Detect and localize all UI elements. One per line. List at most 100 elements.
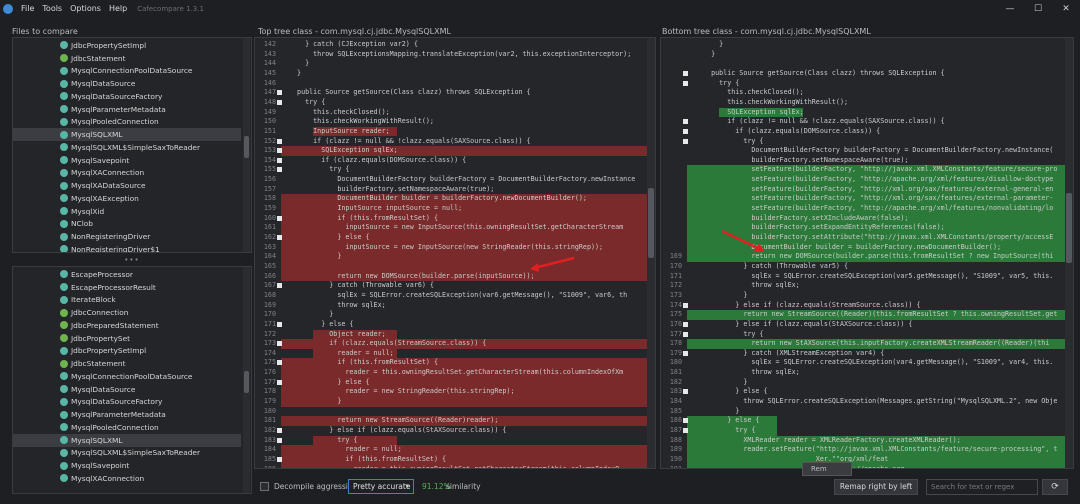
fold-marker-icon[interactable]: [277, 157, 282, 163]
fold-marker-icon[interactable]: [277, 360, 282, 366]
tree-item[interactable]: MysqlDataSourceFactory: [13, 90, 241, 103]
fold-marker-icon[interactable]: [277, 138, 282, 144]
tree-item[interactable]: IterateBlock: [13, 294, 241, 307]
tree-item[interactable]: EscapeProcessor: [13, 268, 241, 281]
remap-right-by-left-button[interactable]: Remap right by left: [834, 479, 918, 495]
fold-marker-icon[interactable]: [683, 138, 688, 144]
code-text: throw sqlEx;: [695, 368, 800, 377]
tree-item[interactable]: MysqlSavepoint: [13, 154, 241, 167]
menu-options[interactable]: Options: [66, 0, 105, 17]
tree-item[interactable]: MysqlPooledConnection: [13, 116, 241, 129]
tree-splitter[interactable]: •••: [12, 255, 252, 264]
bottom-tree-scroll-thumb[interactable]: [244, 371, 249, 393]
tree-item[interactable]: NClob: [13, 218, 241, 231]
top-tree-scrollbar[interactable]: [243, 38, 250, 252]
fold-marker-icon[interactable]: [277, 379, 282, 385]
tree-item[interactable]: JdbcStatement: [13, 52, 241, 65]
fold-marker-icon[interactable]: [277, 437, 282, 443]
class-file-icon: [60, 232, 68, 241]
search-input[interactable]: Search for text or regex: [926, 479, 1038, 495]
tree-item[interactable]: MysqlPooledConnection: [13, 421, 241, 434]
fold-marker-icon[interactable]: [683, 331, 688, 337]
tree-item[interactable]: MysqlDataSourceFactory: [13, 396, 241, 409]
decompiler-mode-select[interactable]: Pretty accurate ▾: [348, 479, 414, 494]
code-text: throw SQLError.createSQLException(Messag…: [695, 397, 1058, 406]
code-line: 144 }: [255, 59, 655, 69]
tree-item[interactable]: JdbcStatement: [13, 357, 241, 370]
line-number: 154: [263, 155, 276, 164]
top-file-tree[interactable]: JdbcPropertySetImpl JdbcStatement MysqlCon…: [12, 37, 252, 253]
menu-file[interactable]: File: [17, 0, 38, 17]
tree-item[interactable]: MysqlSQLXML: [13, 128, 241, 141]
code-text: }: [695, 40, 724, 48]
fold-marker-icon[interactable]: [683, 321, 688, 327]
tree-item[interactable]: MysqlConnectionPoolDataSource: [13, 65, 241, 78]
decompile-aggressively-checkbox[interactable]: [260, 482, 269, 491]
close-button[interactable]: ✕: [1052, 0, 1080, 17]
bottom-file-tree[interactable]: EscapeProcessor EscapeProcessorResult Iter…: [12, 266, 252, 494]
tree-item[interactable]: JdbcPropertySetImpl: [13, 39, 241, 52]
menu-help[interactable]: Help: [105, 0, 131, 17]
tree-item[interactable]: MysqlXAConnection: [13, 167, 241, 180]
fold-marker-icon[interactable]: [683, 80, 688, 86]
fold-marker-icon[interactable]: [277, 90, 282, 96]
maximize-button[interactable]: ☐: [1024, 0, 1052, 17]
tree-item[interactable]: JdbcConnection: [13, 306, 241, 319]
tree-item-label: NonRegisteringDriver: [71, 232, 151, 242]
tree-item-label: NonRegisteringDriver$1: [71, 244, 160, 253]
fold-marker-icon[interactable]: [277, 283, 282, 289]
fold-marker-icon[interactable]: [683, 418, 688, 424]
fold-marker-icon[interactable]: [277, 321, 282, 327]
tree-item[interactable]: JdbcPreparedStatement: [13, 319, 241, 332]
class-file-icon: [60, 245, 68, 252]
fold-marker-icon[interactable]: [277, 215, 282, 221]
menu-tools[interactable]: Tools: [38, 0, 66, 17]
fold-marker-icon[interactable]: [277, 99, 282, 105]
tree-item[interactable]: MysqlSQLXML$SimpleSaxToReader: [13, 447, 241, 460]
tree-item[interactable]: MysqlParameterMetadata: [13, 103, 241, 116]
tree-item[interactable]: JdbcPropertySetImpl: [13, 345, 241, 358]
tree-item[interactable]: MysqlXAException: [13, 192, 241, 205]
tree-item[interactable]: MysqlXADataSource: [13, 179, 241, 192]
fold-marker-icon[interactable]: [277, 148, 282, 154]
fold-marker-icon[interactable]: [683, 389, 688, 395]
tree-item[interactable]: NonRegisteringDriver$1: [13, 243, 241, 253]
fold-marker-icon[interactable]: [277, 341, 282, 347]
fold-marker-icon[interactable]: [683, 428, 688, 433]
tree-item[interactable]: EscapeProcessorResult: [13, 281, 241, 294]
tree-item[interactable]: MysqlSavepoint: [13, 459, 241, 472]
tree-item[interactable]: MysqlXid: [13, 205, 241, 218]
tree-item[interactable]: MysqlParameterMetadata: [13, 408, 241, 421]
class-file-icon: [60, 423, 68, 432]
fold-marker-icon[interactable]: [683, 70, 688, 76]
fold-marker-icon[interactable]: [683, 350, 688, 356]
fold-marker-icon[interactable]: [683, 128, 688, 134]
line-number: 177: [669, 329, 682, 338]
code-text: sqlEx = SQLError.createSQLException(var5…: [695, 271, 1054, 280]
tree-item[interactable]: NonRegisteringDriver: [13, 230, 241, 243]
top-code-view[interactable]: 142 } catch (CJException var2) {143 thro…: [254, 37, 656, 469]
code-line: 155 try {: [255, 165, 655, 175]
bottom-tree-scrollbar[interactable]: [243, 267, 250, 493]
fold-marker-icon[interactable]: [277, 456, 282, 462]
fold-marker-icon[interactable]: [683, 119, 688, 125]
code-text: setFeature(builderFactory, "http://apach…: [695, 175, 1054, 184]
tree-item[interactable]: MysqlDataSource: [13, 383, 241, 396]
fold-marker-icon[interactable]: [277, 428, 282, 433]
class-file-icon: [60, 92, 68, 101]
tree-item[interactable]: MysqlXAConnection: [13, 472, 241, 485]
code-line: setFeature(builderFactory, "http://apach…: [661, 175, 1073, 185]
fold-marker-icon[interactable]: [683, 302, 688, 308]
tree-item[interactable]: JdbcPropertySet: [13, 332, 241, 345]
fold-marker-icon[interactable]: [277, 167, 282, 173]
minimize-button[interactable]: —: [996, 0, 1024, 17]
tree-item[interactable]: MysqlDataSource: [13, 77, 241, 90]
tree-item[interactable]: MysqlConnectionPoolDataSource: [13, 370, 241, 383]
top-tree-scroll-thumb[interactable]: [244, 136, 249, 158]
tree-item[interactable]: MysqlSQLXML: [13, 433, 241, 447]
tree-item[interactable]: MysqlSQLXML$SimpleSaxToReader: [13, 141, 241, 154]
code-text: SQLException sqlEx;: [695, 107, 804, 116]
class-file-icon: [60, 321, 68, 330]
fold-marker-icon[interactable]: [277, 235, 282, 240]
refresh-button[interactable]: ⟳: [1042, 479, 1068, 495]
